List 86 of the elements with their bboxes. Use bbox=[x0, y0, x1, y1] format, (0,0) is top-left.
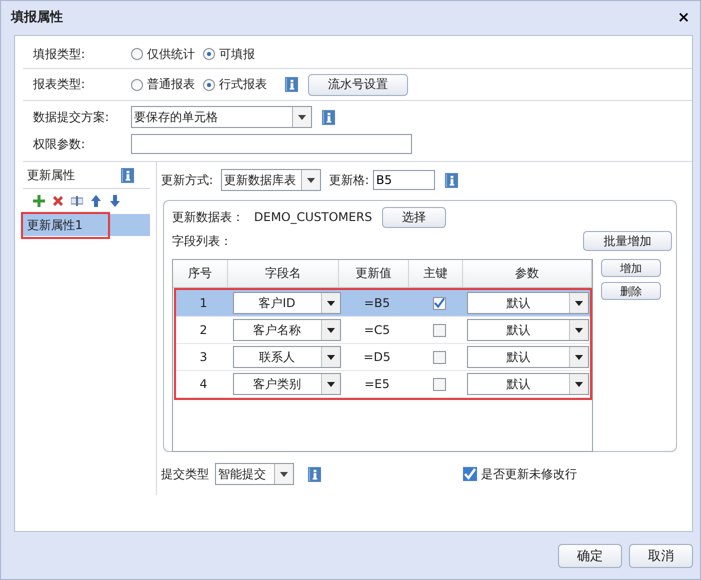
add-icon[interactable] bbox=[33, 195, 45, 207]
select-button[interactable]: 选择 bbox=[382, 206, 446, 228]
checkbox[interactable] bbox=[432, 378, 446, 390]
info-icon[interactable] bbox=[308, 466, 321, 482]
table-row[interactable]: 1 客户ID =B5 默认 bbox=[176, 290, 590, 317]
ok-button[interactable]: 确定 bbox=[558, 544, 622, 568]
table-cell-text: =C5 bbox=[362, 322, 392, 339]
param-dropdown[interactable]: 默认 bbox=[467, 292, 589, 314]
column-header: 更新值 bbox=[339, 260, 409, 287]
cell-input[interactable]: B5 bbox=[373, 170, 436, 190]
caret-icon bbox=[326, 382, 334, 386]
caret-icon bbox=[280, 472, 288, 476]
scheme-dropdown[interactable]: 要保存的单元格 bbox=[131, 106, 312, 128]
param-dropdown[interactable]: 默认 bbox=[467, 373, 589, 395]
table-cell-text: =E5 bbox=[363, 376, 391, 393]
field-label: 填报类型: bbox=[33, 46, 86, 62]
field-label: 报表类型: bbox=[33, 76, 86, 93]
radio-button[interactable] bbox=[131, 48, 143, 60]
arrow-up-icon[interactable] bbox=[90, 195, 102, 207]
column-header: 字段名 bbox=[228, 260, 339, 287]
column-header: 主键 bbox=[409, 260, 463, 287]
radio-button[interactable] bbox=[203, 48, 215, 60]
table-cell-text: =D5 bbox=[362, 349, 392, 366]
checkbox-label: 是否更新未修改行 bbox=[481, 466, 577, 482]
window-title: 填报属性 bbox=[11, 9, 63, 26]
field-dropdown[interactable]: 客户ID bbox=[232, 292, 340, 314]
field-label: 权限参数: bbox=[33, 136, 86, 152]
table-cell-text: 4 bbox=[198, 376, 208, 393]
table-cell-text: 3 bbox=[198, 349, 208, 366]
table-row[interactable]: 2 客户名称 =C5 默认 bbox=[176, 317, 590, 344]
column-header: 参数 bbox=[463, 260, 592, 287]
field-label: 更新数据表： bbox=[172, 208, 244, 226]
info-icon[interactable] bbox=[322, 110, 335, 124]
rename-icon[interactable] bbox=[71, 195, 83, 207]
caret-icon bbox=[298, 114, 306, 120]
info-icon[interactable] bbox=[121, 168, 134, 182]
field-dropdown[interactable]: 客户类别 bbox=[232, 373, 340, 395]
param-dropdown[interactable]: 默认 bbox=[467, 346, 589, 368]
radio-button[interactable] bbox=[203, 78, 215, 90]
caret-icon bbox=[326, 354, 334, 360]
serial-number-button[interactable]: 流水号设置 bbox=[308, 74, 408, 96]
caret-icon bbox=[575, 328, 583, 332]
table-cell-text: =B5 bbox=[363, 295, 391, 312]
delete-icon[interactable] bbox=[52, 195, 64, 207]
info-icon[interactable] bbox=[445, 172, 458, 188]
mode-dropdown[interactable]: 更新数据库表 bbox=[221, 169, 322, 191]
checkbox[interactable] bbox=[463, 467, 477, 481]
field-label: 字段列表： bbox=[172, 232, 232, 250]
caret-icon bbox=[575, 382, 583, 386]
caret-icon bbox=[575, 300, 583, 306]
close-button[interactable]: × bbox=[675, 8, 692, 26]
field-label: 更新方式: bbox=[161, 172, 214, 188]
caret-icon bbox=[575, 354, 583, 360]
column-header: 序号 bbox=[173, 260, 228, 287]
caret-icon bbox=[326, 328, 334, 332]
field-dropdown[interactable]: 客户名称 bbox=[232, 319, 340, 341]
submit-type-dropdown[interactable]: 智能提交 bbox=[215, 463, 294, 485]
radio-label: 仅供统计 bbox=[147, 46, 195, 62]
table-name: DEMO_CUSTOMERS bbox=[254, 210, 372, 224]
cancel-button[interactable]: 取消 bbox=[629, 544, 693, 568]
radio-button[interactable] bbox=[131, 78, 143, 90]
param-dropdown[interactable]: 默认 bbox=[467, 319, 589, 341]
checkbox[interactable] bbox=[432, 324, 446, 336]
field-label: 更新格: bbox=[329, 172, 370, 188]
radio-label: 行式报表 bbox=[219, 76, 267, 93]
table-cell-text: 1 bbox=[198, 295, 208, 312]
caret-icon bbox=[307, 178, 316, 182]
add-button[interactable]: 增加 bbox=[601, 259, 661, 277]
radio-label: 普通报表 bbox=[147, 76, 195, 93]
checkbox[interactable] bbox=[432, 350, 446, 364]
table-row[interactable]: 4 客户类别 =E5 默认 bbox=[176, 371, 590, 398]
caret-icon bbox=[326, 300, 334, 306]
permission-input[interactable] bbox=[131, 134, 412, 154]
list-item[interactable]: 更新属性1 bbox=[23, 214, 150, 236]
arrow-down-icon[interactable] bbox=[109, 195, 121, 207]
field-dropdown[interactable]: 联系人 bbox=[232, 346, 340, 368]
panel-title: 更新属性 bbox=[27, 166, 75, 184]
info-icon[interactable] bbox=[285, 77, 298, 92]
checkbox[interactable] bbox=[432, 296, 446, 310]
table-row[interactable]: 3 联系人 =D5 默认 bbox=[176, 344, 590, 371]
batch-add-button[interactable]: 批量增加 bbox=[583, 231, 672, 251]
radio-label: 可填报 bbox=[219, 46, 255, 62]
field-label: 提交类型 bbox=[161, 466, 209, 482]
delete-button[interactable]: 删除 bbox=[601, 282, 661, 300]
field-label: 数据提交方案: bbox=[33, 108, 110, 126]
table-cell-text: 2 bbox=[198, 322, 208, 339]
